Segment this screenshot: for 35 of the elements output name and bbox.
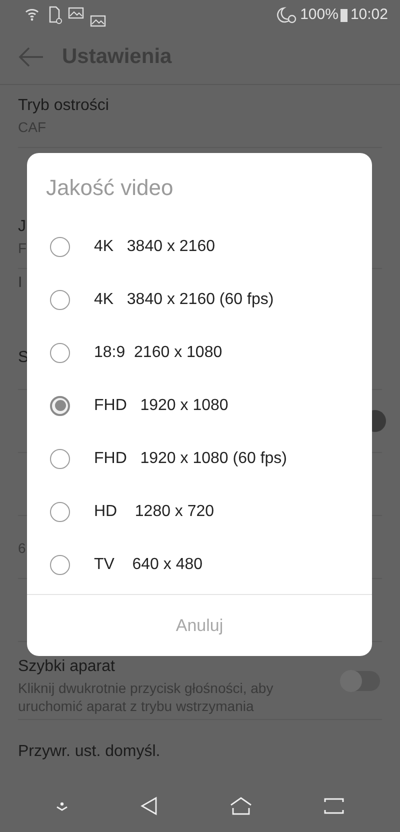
setting-title: Tryb ostrości (18, 96, 109, 116)
option-label: FHD 1920 x 1080 (60 fps) (94, 450, 287, 468)
option-label: 4K 3840 x 2160 (60 fps) (94, 290, 274, 308)
option-label: 4K 3840 x 2160 (94, 238, 215, 256)
radio-button[interactable] (50, 502, 70, 522)
radio-button[interactable] (50, 396, 70, 416)
radio-button[interactable] (50, 554, 70, 574)
option-label: TV 640 x 480 (94, 556, 203, 574)
radio-option[interactable]: FHD 1920 x 1080 (60 fps) (27, 432, 372, 485)
moon-alarm-icon (276, 6, 298, 24)
radio-option[interactable]: 4K 3840 x 2160 (60 fps) (27, 273, 372, 326)
radio-button[interactable] (50, 342, 70, 362)
radio-option[interactable]: TV 640 x 480 (27, 538, 372, 591)
radio-option[interactable]: 18:9 2160 x 1080 (27, 326, 372, 379)
wifi-icon (24, 6, 40, 22)
setting-title: Szybki aparat (18, 657, 116, 678)
option-label: 18:9 2160 x 1080 (94, 344, 222, 362)
radio-option[interactable]: FHD 1920 x 1080 (27, 379, 372, 432)
setting-title: Przywr. ust. domyśl. (18, 742, 160, 762)
battery-percentage: 100% (300, 6, 338, 24)
option-label: HD 1280 x 720 (94, 502, 214, 520)
setting-title: J (18, 217, 27, 238)
image-icon (90, 14, 106, 28)
clock: 10:02 (350, 6, 388, 24)
image-icon (68, 6, 84, 20)
radio-button[interactable] (50, 236, 70, 256)
back-button[interactable] (18, 47, 44, 68)
battery-icon (340, 8, 348, 22)
radio-option[interactable]: HD 1280 x 720 (27, 485, 372, 538)
radio-button[interactable] (50, 448, 70, 468)
radio-option[interactable]: 4K 3840 x 2160 (27, 220, 372, 273)
toggle-switch[interactable] (342, 671, 380, 692)
dialog-title: Jakość video (45, 174, 174, 202)
option-label: FHD 1920 x 1080 (94, 396, 228, 414)
radio-button[interactable] (50, 290, 70, 310)
